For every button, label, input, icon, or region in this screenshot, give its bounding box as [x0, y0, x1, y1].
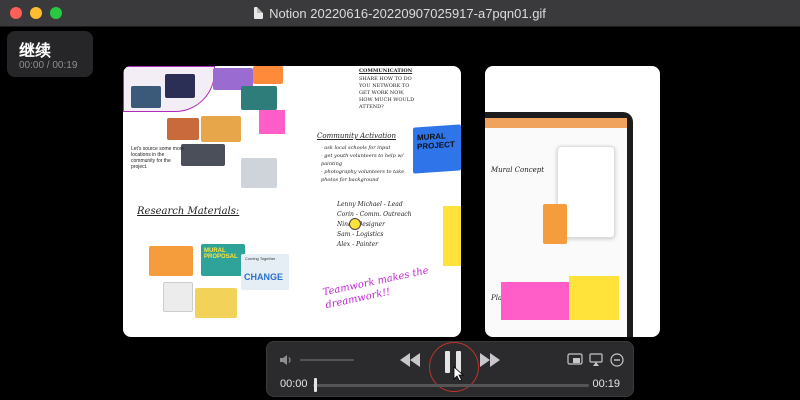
activation-item: - ask local schools for input	[321, 145, 391, 151]
research-materials-heading: Research Materials:	[137, 206, 240, 217]
smiley-icon	[349, 218, 361, 230]
activation-list: - ask local schools for input - get yout…	[321, 144, 411, 184]
timeline-playhead[interactable]	[314, 378, 317, 392]
photo-thumbnail	[241, 158, 277, 188]
sticky-note-yellow	[443, 206, 461, 266]
resume-overlay[interactable]: 继续 00:00 / 00:19	[7, 31, 93, 77]
photo-thumbnail	[167, 118, 199, 140]
elapsed-time: 00:00	[280, 378, 308, 390]
mural-project-graphic: MURAL PROJECT	[413, 124, 461, 174]
fast-forward-icon[interactable]	[479, 352, 501, 368]
airplay-icon[interactable]	[589, 353, 603, 367]
zoom-window-button[interactable]	[50, 7, 62, 19]
mural-project-text: MURAL PROJECT	[417, 131, 455, 152]
activation-item: - photography volunteers to take photos …	[321, 169, 405, 183]
research-image	[149, 246, 193, 276]
close-window-button[interactable]	[10, 7, 22, 19]
photo-thumbnail	[131, 86, 161, 108]
minimize-window-button[interactable]	[30, 7, 42, 19]
mural-sketch	[543, 204, 567, 244]
research-image	[195, 288, 237, 318]
activation-item: - get youth volunteers to help w/ painti…	[321, 153, 404, 167]
sticky-note-pink	[259, 110, 285, 134]
change-text: CHANGE	[244, 272, 284, 282]
window-title: Notion 20220616-20220907025917-a7pqn01.g…	[269, 5, 546, 21]
playback-controls: 00:00 00:19	[266, 341, 634, 397]
mural-concept-label: Mural Concept	[491, 166, 545, 174]
coming-together-text: Coming Together	[245, 256, 276, 261]
resume-label: 继续	[19, 41, 52, 60]
picture-in-picture-icon[interactable]	[567, 353, 583, 367]
video-frame-main-slide: Let's source some more locations in the …	[123, 66, 461, 337]
window-title-group: Notion 20220616-20220907025917-a7pqn01.g…	[254, 6, 546, 21]
map-image	[163, 282, 193, 312]
photo-thumbnail	[253, 66, 283, 84]
video-frame-side-slide: Mural Concept Plan	[485, 66, 660, 337]
communication-heading: COMMUNICATION	[359, 68, 413, 74]
photo-thumbnail	[201, 116, 241, 142]
rewind-icon[interactable]	[399, 352, 421, 368]
lets-source-note: Let's source some more locations in the …	[131, 146, 185, 170]
change-card: Coming Together CHANGE	[241, 254, 289, 290]
document-icon	[254, 7, 264, 19]
photo-thumbnail	[165, 74, 195, 98]
title-bar: Notion 20220616-20220907025917-a7pqn01.g…	[0, 0, 800, 27]
photo-thumbnail	[241, 86, 277, 110]
window-controls	[10, 7, 62, 19]
team-member: Alex - Painter	[337, 241, 378, 248]
sticky-note-group-pink	[501, 282, 571, 320]
photo-thumbnail	[181, 144, 225, 166]
total-time: 00:19	[592, 378, 620, 390]
teamwork-text: Teamwork makes the dreamwork!!	[321, 265, 430, 312]
community-activation-heading: Community Activation	[317, 132, 397, 140]
team-member: Lenny Michael - Lead	[337, 201, 403, 208]
volume-slider[interactable]	[300, 359, 354, 361]
timeline-scrubber[interactable]	[313, 384, 589, 387]
resume-time: 00:00 / 00:19	[19, 60, 78, 71]
mouse-cursor-icon	[453, 366, 465, 382]
mural-proposal-card: MURAL PROPOSAL	[201, 244, 245, 276]
mural-proposal-text: MURAL PROPOSAL	[204, 248, 238, 260]
communication-text: SHARE HOW TO DO YOU NETWORK TO GET WORK …	[359, 76, 415, 110]
volume-icon[interactable]	[279, 353, 293, 367]
more-options-icon[interactable]	[610, 353, 624, 367]
team-member: Corin - Comm. Outreach	[337, 211, 412, 218]
sticky-note-group-yellow	[569, 276, 619, 320]
team-member: Sam - Logistics	[337, 231, 384, 238]
laptop-menubar	[485, 118, 627, 128]
